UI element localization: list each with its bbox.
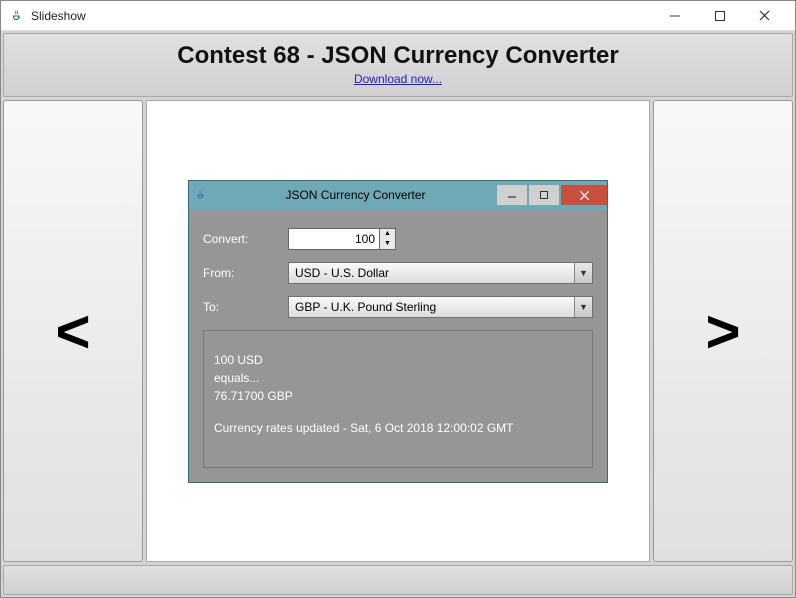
header-panel: Contest 68 - JSON Currency Converter Dow…	[3, 33, 793, 97]
next-button[interactable]: >	[653, 100, 793, 562]
middle-row: < JSON Currency Converter	[3, 100, 793, 562]
result-updated: Currency rates updated - Sat, 6 Oct 2018…	[214, 419, 582, 437]
row-to: To: GBP - U.K. Pound Sterling ▼	[203, 296, 593, 318]
label-to: To:	[203, 300, 288, 314]
download-link[interactable]: Download now...	[354, 72, 442, 86]
inner-body: Convert: ▲ ▼ From: USD - U.S. Dollar	[189, 210, 607, 482]
amount-spinner[interactable]: ▲ ▼	[288, 228, 396, 250]
java-icon	[195, 188, 209, 202]
window-title: Slideshow	[31, 9, 86, 23]
from-selected: USD - U.S. Dollar	[289, 263, 574, 283]
footer-panel	[3, 565, 793, 595]
outer-content: Contest 68 - JSON Currency Converter Dow…	[1, 31, 795, 597]
close-button[interactable]	[742, 2, 787, 30]
inner-window: JSON Currency Converter Convert:	[188, 180, 608, 483]
result-line2: equals...	[214, 369, 582, 387]
row-convert: Convert: ▲ ▼	[203, 228, 593, 250]
spinner-down-icon[interactable]: ▼	[380, 239, 395, 249]
inner-titlebar: JSON Currency Converter	[189, 181, 607, 210]
minimize-button[interactable]	[652, 2, 697, 30]
spinner-up-icon[interactable]: ▲	[380, 229, 395, 239]
outer-titlebar: Slideshow	[1, 1, 795, 31]
maximize-button[interactable]	[697, 2, 742, 30]
prev-button[interactable]: <	[3, 100, 143, 562]
chevron-down-icon[interactable]: ▼	[574, 263, 592, 283]
label-convert: Convert:	[203, 232, 288, 246]
inner-maximize-button[interactable]	[529, 185, 559, 205]
from-combobox[interactable]: USD - U.S. Dollar ▼	[288, 262, 593, 284]
page-title: Contest 68 - JSON Currency Converter	[12, 42, 784, 70]
inner-close-button[interactable]	[561, 185, 607, 205]
amount-input[interactable]	[288, 228, 380, 250]
result-panel: 100 USD equals... 76.71700 GBP Currency …	[203, 330, 593, 468]
to-combobox[interactable]: GBP - U.K. Pound Sterling ▼	[288, 296, 593, 318]
result-line1: 100 USD	[214, 351, 582, 369]
result-line3: 76.71700 GBP	[214, 387, 582, 405]
slide-area: JSON Currency Converter Convert:	[146, 100, 650, 562]
to-selected: GBP - U.K. Pound Sterling	[289, 297, 574, 317]
chevron-down-icon[interactable]: ▼	[574, 297, 592, 317]
label-from: From:	[203, 266, 288, 280]
row-from: From: USD - U.S. Dollar ▼	[203, 262, 593, 284]
spinner-arrows[interactable]: ▲ ▼	[380, 228, 396, 250]
java-icon	[9, 8, 25, 24]
inner-minimize-button[interactable]	[497, 185, 527, 205]
inner-window-title: JSON Currency Converter	[215, 188, 496, 202]
